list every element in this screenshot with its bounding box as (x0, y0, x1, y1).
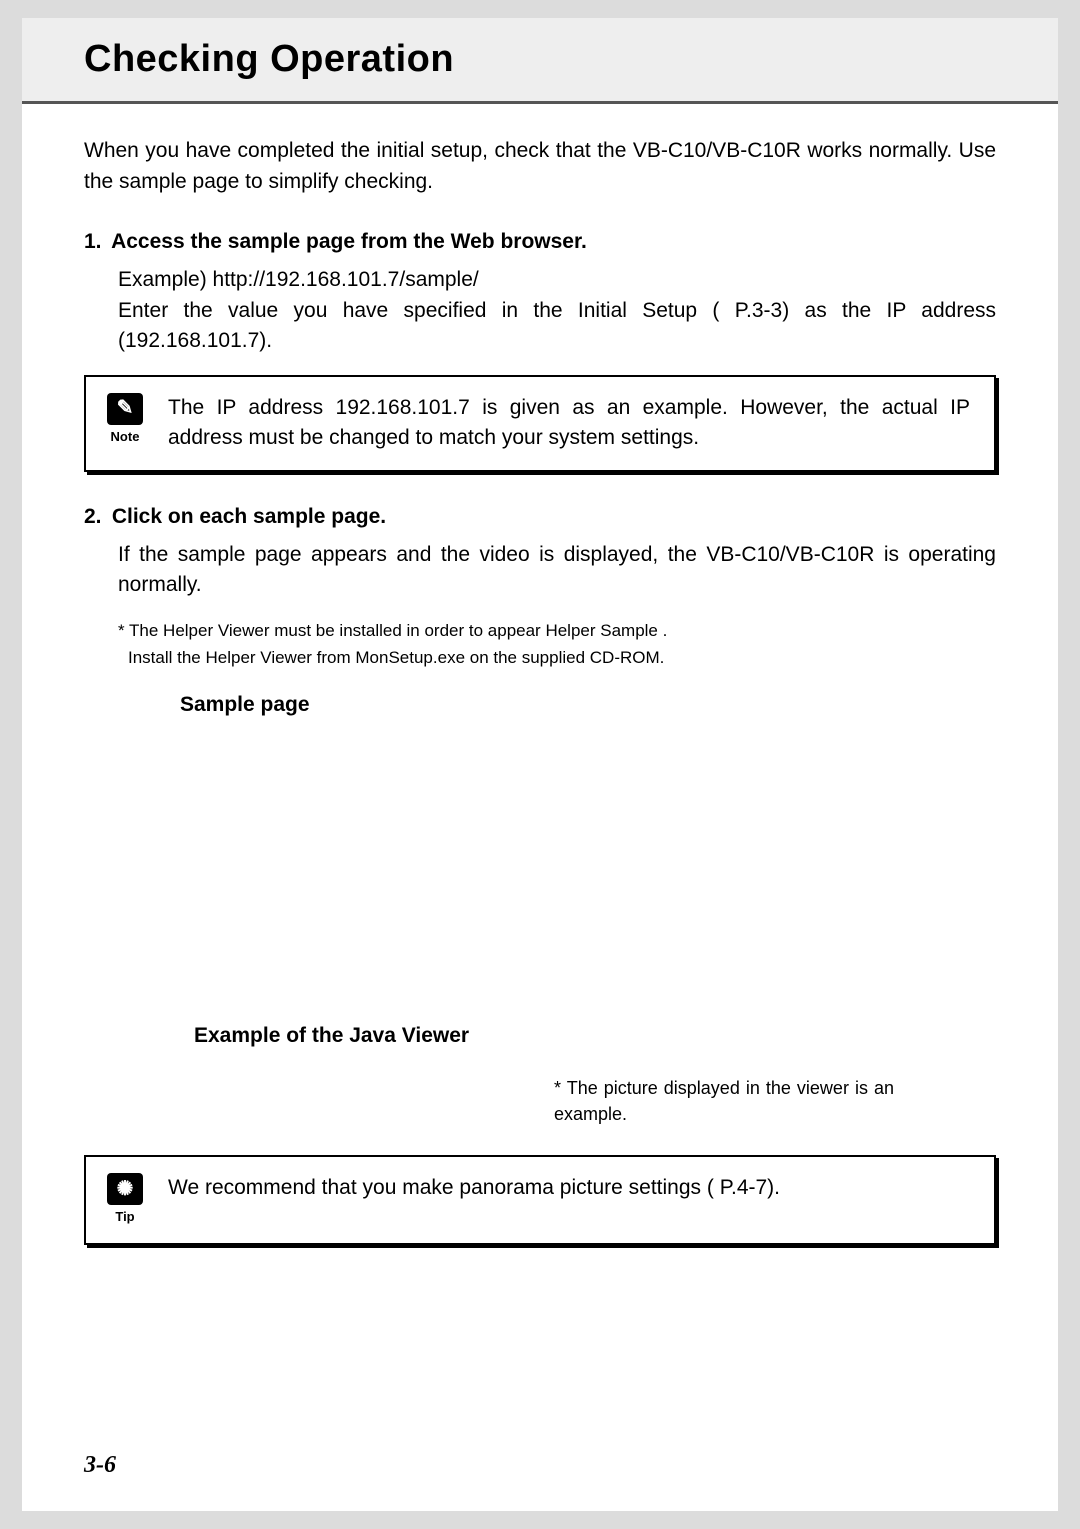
step-1-line1: Example) http://192.168.101.7/sample/ (118, 265, 996, 295)
step-2-line1: If the sample page appears and the video… (118, 540, 996, 601)
step-1-head: 1. Access the sample page from the Web b… (84, 227, 996, 257)
tip-icon: ✺ Tip (102, 1173, 148, 1227)
page-title: Checking Operation (84, 32, 1058, 87)
java-viewer-label: Example of the Java Viewer (194, 1021, 996, 1051)
pencil-icon: ✎ (107, 393, 143, 425)
tip-callout: ✺ Tip We recommend that you make panoram… (84, 1155, 996, 1245)
step-2-body: If the sample page appears and the video… (84, 540, 996, 601)
asterisk-1: * The Helper Viewer must be installed in… (84, 619, 996, 644)
tip-text: We recommend that you make panorama pict… (168, 1173, 970, 1203)
step-1-title: Access the sample page from the Web brow… (111, 230, 587, 253)
step-1-line2: Enter the value you have specified in th… (118, 296, 996, 357)
page-number: 3-6 (84, 1448, 116, 1483)
note-icon: ✎ Note (102, 393, 148, 447)
asterisk-2: Install the Helper Viewer from MonSetup.… (84, 646, 996, 671)
step-1-body: Example) http://192.168.101.7/sample/ En… (84, 265, 996, 356)
note-callout: ✎ Note The IP address 192.168.101.7 is g… (84, 375, 996, 472)
step-2-num: 2. (84, 502, 106, 532)
content: When you have completed the initial setu… (22, 104, 1058, 1245)
header-band: Checking Operation (22, 18, 1058, 104)
lightbulb-icon: ✺ (107, 1173, 143, 1205)
step-2-head: 2. Click on each sample page. (84, 502, 996, 532)
tip-label: Tip (115, 1208, 134, 1227)
step-1-num: 1. (84, 227, 106, 257)
intro-text: When you have completed the initial setu… (84, 136, 996, 197)
picture-note: * The picture displayed in the viewer is… (554, 1075, 894, 1127)
sample-page-label: Sample page (180, 690, 996, 720)
note-label: Note (111, 428, 140, 447)
step-2-title: Click on each sample page. (112, 505, 386, 528)
page: Checking Operation When you have complet… (22, 18, 1058, 1511)
note-text: The IP address 192.168.101.7 is given as… (168, 393, 970, 454)
